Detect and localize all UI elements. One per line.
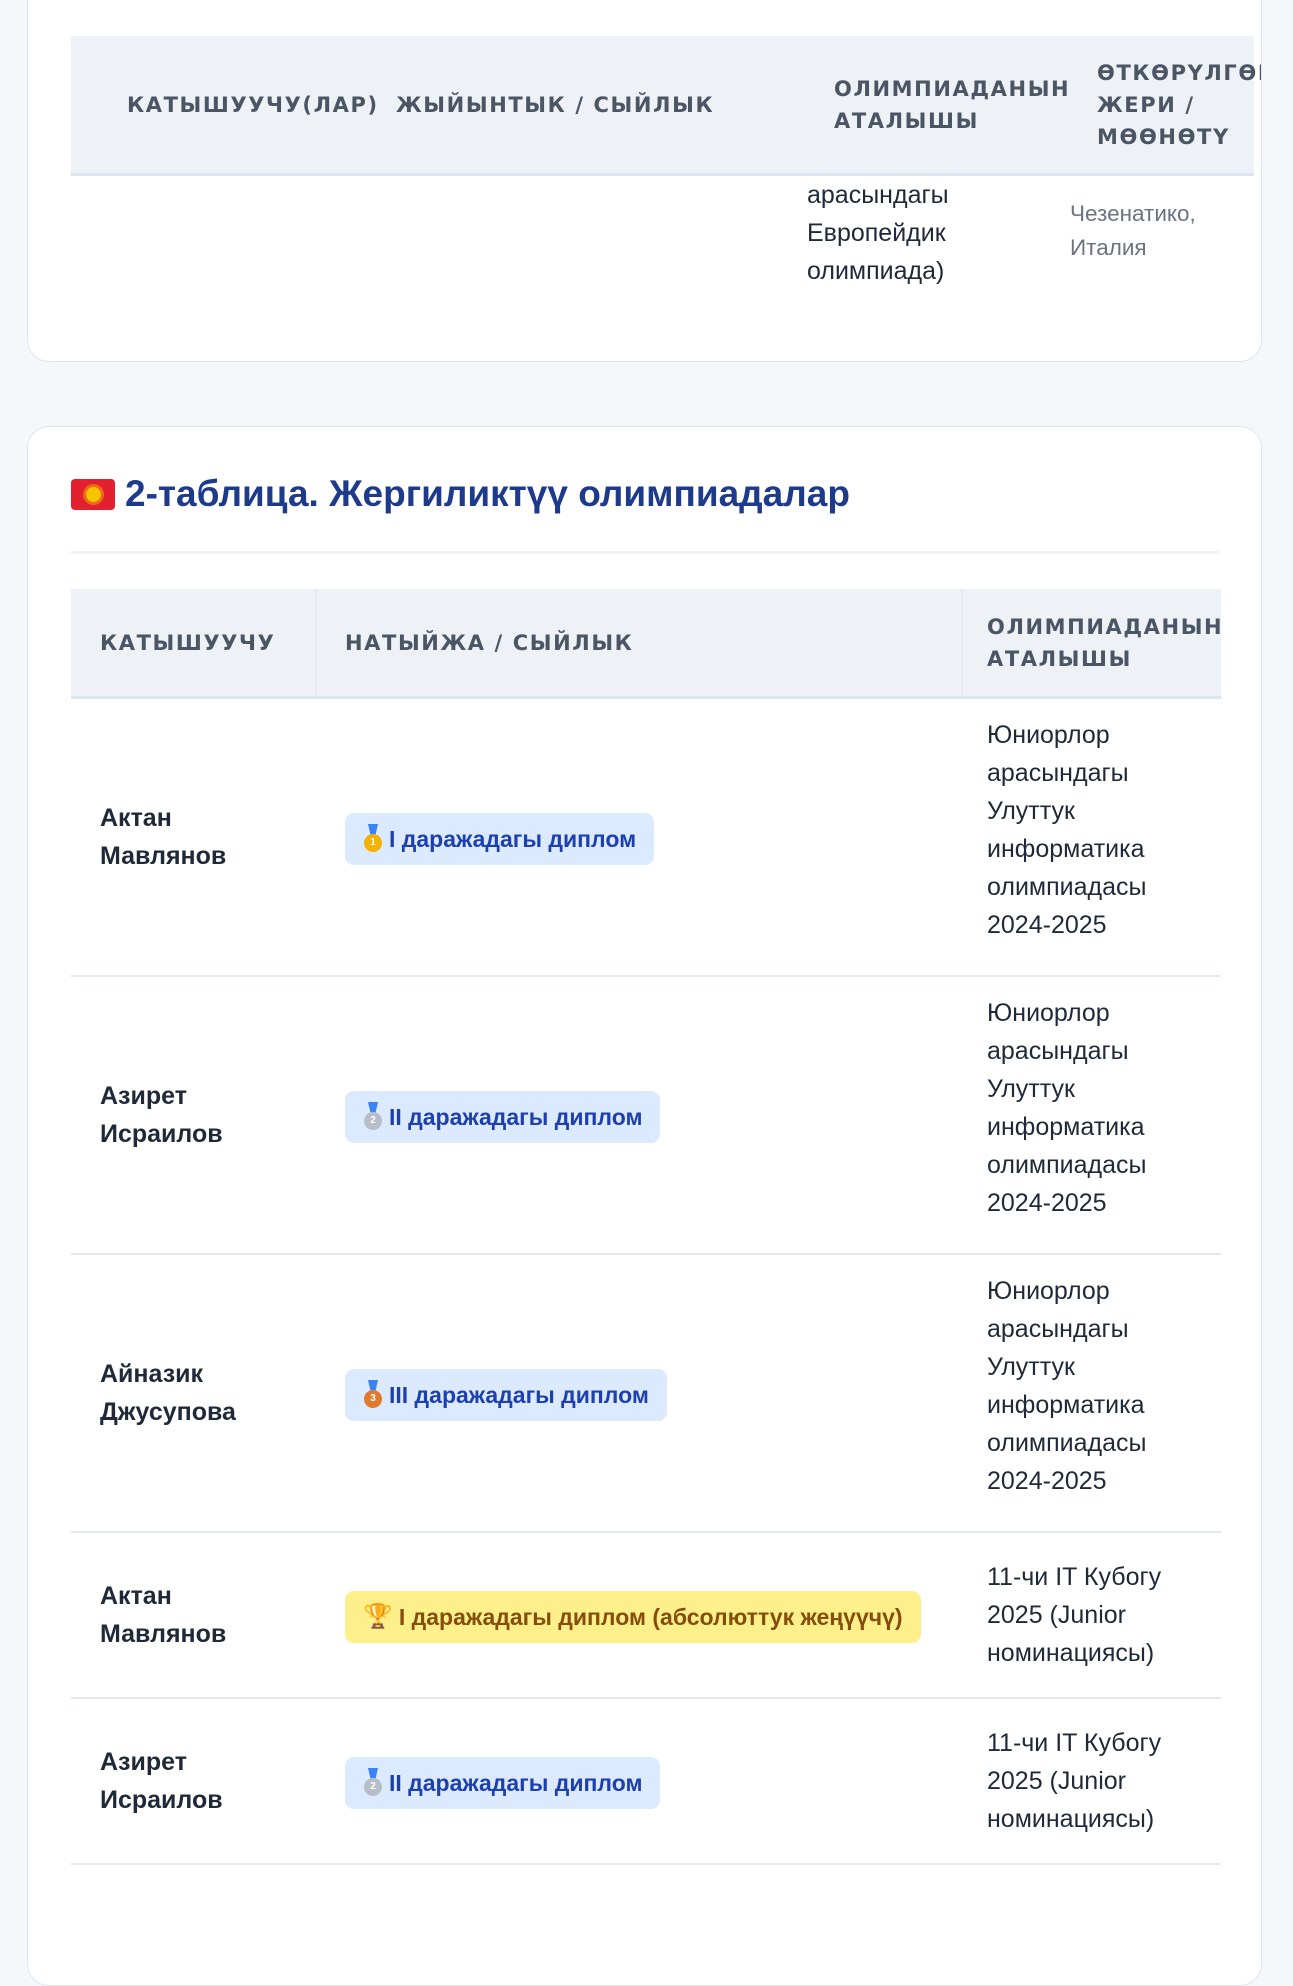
award-badge: 2 II даражадагы диплом (345, 1757, 661, 1809)
table-row: Айназик Джусупова 3 III даражадагы дипло… (71, 1255, 1221, 1533)
gold-medal-icon: 1 (363, 824, 383, 854)
olympiad-line: Улуттук (987, 797, 1075, 825)
olympiad-line: Юниорлор (987, 999, 1110, 1027)
section-title-text: 2-таблица. Жергиликтүү олимпиадалар (125, 473, 850, 514)
table2-header-result: НАТЫЙЖА / СЫЙЛЫК (345, 631, 634, 655)
table1-place-line: Чезенатико, (1070, 201, 1196, 226)
table1-header-row: КАТЫШУУЧУ(ЛАР) ЖЫЙЫНТЫК / СЫЙЛЫК ОЛИМПИА… (71, 36, 1262, 176)
award-label: II даражадагы диплом (389, 1769, 643, 1796)
participant-name: Актан Мавлянов (100, 799, 300, 875)
award-badge: 🏆 I даражадагы диплом (абсолюттук жеңүүч… (345, 1591, 921, 1643)
olympiad-line: Улуттук (987, 1353, 1075, 1381)
olympiad-line: арасындагы (987, 1315, 1129, 1343)
header-column-divider (315, 589, 317, 696)
participant-last-name: Мавлянов (100, 842, 227, 870)
olympiad-line: 11-чи IT Кубогу (987, 1729, 1162, 1757)
olympiad-line: олимпиадасы (987, 1151, 1147, 1179)
table1-olympiad-line: арасындагы (807, 181, 949, 209)
olympiad-line: Юниорлор (987, 721, 1110, 749)
award-label: III даражадагы диплом (389, 1381, 649, 1408)
participant-name: Актан Мавлянов (100, 1577, 300, 1653)
olympiad-name: 11-чи IT Кубогу 2025 (Junior номинациясы… (987, 1724, 1227, 1838)
table1-header-participants: КАТЫШУУЧУ(ЛАР) (127, 93, 379, 117)
olympiad-line: номинациясы) (987, 1639, 1155, 1667)
award-label: II даражадагы диплом (389, 1103, 643, 1130)
olympiad-line: 2025 (Junior (987, 1601, 1126, 1629)
kyrgyzstan-flag-icon (71, 478, 115, 510)
table-row: Азирет Исраилов 2 II даражадагы диплом Ю… (71, 977, 1221, 1255)
olympiad-line: Юниорлор (987, 1277, 1110, 1305)
olympiad-line: 2024-2025 (987, 1189, 1107, 1217)
participant-first-name: Азирет (100, 1082, 187, 1110)
olympiad-line: информатика (987, 1113, 1145, 1141)
table1-header-olympiad: ОЛИМПИАДАНЫН АТАЛЫШЫ (834, 77, 1071, 133)
participant-first-name: Айназик (100, 1360, 204, 1388)
olympiad-line: олимпиадасы (987, 873, 1147, 901)
olympiad-line: 2025 (Junior (987, 1767, 1126, 1795)
olympiad-line: арасындагы (987, 759, 1129, 787)
table2-header-row: КАТЫШУУЧУ НАТЫЙЖА / СЫЙЛЫК ОЛИМПИАДАНЫН … (71, 589, 1224, 699)
olympiad-line: олимпиадасы (987, 1429, 1147, 1457)
olympiad-name: Юниорлор арасындагы Улуттук информатика … (987, 994, 1207, 1222)
silver-medal-icon: 2 (363, 1768, 383, 1798)
local-olympiads-card: 2-таблица. Жергиликтүү олимпиадалар КАТЫ… (27, 426, 1262, 1986)
participant-last-name: Мавлянов (100, 1620, 227, 1648)
olympiad-line: информатика (987, 835, 1145, 863)
international-olympiads-card: КАТЫШУУЧУ(ЛАР) ЖЫЙЫНТЫК / СЫЙЛЫК ОЛИМПИА… (27, 0, 1262, 362)
olympiad-line: номинациясы) (987, 1805, 1155, 1833)
award-label: I даражадагы диплом (389, 825, 637, 852)
award-badge: 1 I даражадагы диплом (345, 813, 655, 865)
trophy-icon: 🏆 (363, 1603, 393, 1630)
olympiad-name: Юниорлор арасындагы Улуттук информатика … (987, 716, 1207, 944)
participant-last-name: Джусупова (100, 1398, 236, 1426)
participant-first-name: Актан (100, 804, 172, 832)
participant-name: Айназик Джусупова (100, 1355, 300, 1431)
table1-header-place: ӨТКӨРҮЛГӨН ЖЕРИ / МӨӨНӨТҮ (1097, 61, 1262, 149)
header-column-divider (961, 589, 963, 696)
table1-olympiad-line: Европейдик (807, 219, 946, 247)
table-row: Азирет Исраилов 2 II даражадагы диплом 1… (71, 1699, 1221, 1865)
participant-last-name: Исраилов (100, 1120, 223, 1148)
participant-first-name: Актан (100, 1582, 172, 1610)
olympiad-line: 11-чи IT Кубогу (987, 1563, 1162, 1591)
table1-header-result: ЖЫЙЫНТЫК / СЫЙЛЫК (396, 93, 715, 117)
olympiad-line: 2024-2025 (987, 1467, 1107, 1495)
award-label: I даражадагы диплом (абсолюттук жеңүүчү) (398, 1603, 903, 1630)
olympiad-line: информатика (987, 1391, 1145, 1419)
section-title: 2-таблица. Жергиликтүү олимпиадалар (71, 469, 850, 519)
table1-place-line: Италия (1070, 235, 1147, 260)
table1-place: Чезенатико, Италия (1070, 197, 1230, 265)
title-divider (71, 551, 1219, 554)
olympiad-line: 2024-2025 (987, 911, 1107, 939)
table2-header-participant: КАТЫШУУЧУ (100, 631, 276, 655)
bronze-medal-icon: 3 (363, 1380, 383, 1410)
olympiad-name: Юниорлор арасындагы Улуттук информатика … (987, 1272, 1207, 1500)
silver-medal-icon: 2 (363, 1102, 383, 1132)
olympiad-line: арасындагы (987, 1037, 1129, 1065)
table2-header-olympiad: ОЛИМПИАДАНЫН АТАЛЫШЫ (987, 615, 1224, 671)
participant-name: Азирет Исраилов (100, 1743, 300, 1819)
award-badge: 2 II даражадагы диплом (345, 1091, 661, 1143)
participant-last-name: Исраилов (100, 1786, 223, 1814)
participant-first-name: Азирет (100, 1748, 187, 1776)
table-row: Актан Мавлянов 1 I даражадагы диплом Юни… (71, 699, 1221, 977)
olympiad-name: 11-чи IT Кубогу 2025 (Junior номинациясы… (987, 1558, 1227, 1672)
table1-olympiad-line: олимпиада) (807, 257, 945, 285)
olympiad-line: Улуттук (987, 1075, 1075, 1103)
participant-name: Азирет Исраилов (100, 1077, 300, 1153)
table-row: Актан Мавлянов 🏆 I даражадагы диплом (аб… (71, 1533, 1221, 1699)
award-badge: 3 III даражадагы диплом (345, 1369, 667, 1421)
table1-olympiad-name: арасындагы Европейдик олимпиада) (807, 176, 1027, 290)
